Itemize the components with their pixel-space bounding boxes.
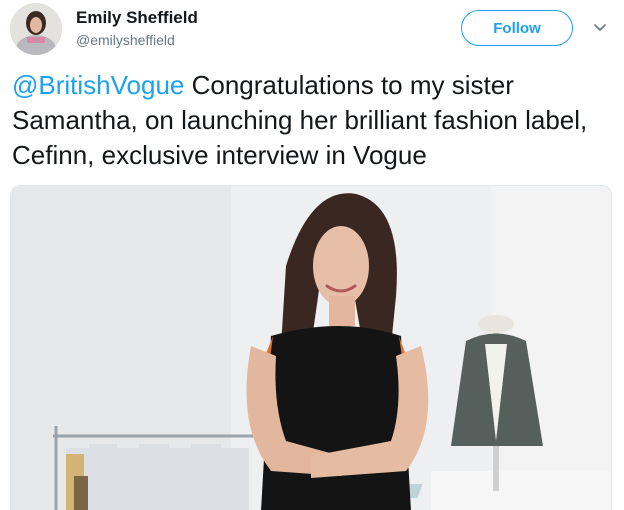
tweet-photo[interactable] [10, 185, 612, 510]
chevron-down-icon[interactable] [590, 20, 610, 36]
author-handle[interactable]: @emilysheffield [76, 32, 175, 48]
author-display-name[interactable]: Emily Sheffield [76, 8, 198, 28]
avatar[interactable] [10, 3, 62, 55]
mention-link[interactable]: @BritishVogue [12, 70, 184, 100]
tweet-text: @BritishVogue Congratulations to my sist… [12, 68, 612, 173]
photo-image [11, 186, 611, 510]
avatar-image [10, 3, 62, 55]
follow-button[interactable]: Follow [461, 10, 573, 46]
tweet-card: Emily Sheffield @emilysheffield Follow @… [0, 0, 624, 510]
